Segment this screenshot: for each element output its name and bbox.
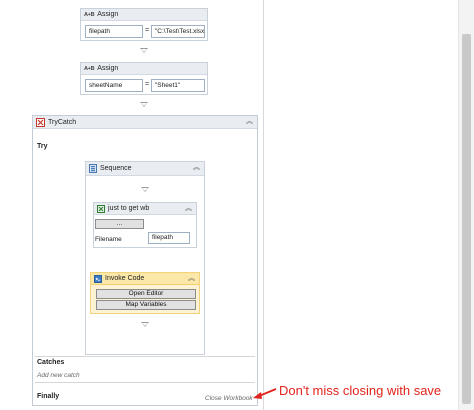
trycatch-icon xyxy=(36,117,45,127)
assign-activity-filepath[interactable]: A+B Assign filepath = "C:\Test\Test.xlsx… xyxy=(80,8,208,41)
assign-activity-sheetname[interactable]: A+B Assign sheetName = "Sheet1" xyxy=(80,62,208,95)
chevron-up-double-icon[interactable]: ︽ xyxy=(185,204,192,214)
excel-scope-title: just to get wb xyxy=(108,205,150,212)
finally-divider xyxy=(35,382,255,383)
finally-activity-placeholder[interactable]: Close Workbook xyxy=(205,395,253,402)
ab-assign-icon: A+B xyxy=(84,11,95,18)
annotation-text: Don't miss closing with save xyxy=(279,383,442,398)
assign-title: Assign xyxy=(97,11,119,18)
red-arrow-icon xyxy=(253,388,277,399)
flow-arrow-icon xyxy=(140,48,148,53)
filename-field[interactable]: filepath xyxy=(148,232,190,244)
excel-scope-header: just to get wb ︽ xyxy=(94,203,196,215)
flow-arrow-icon xyxy=(141,187,149,192)
sequence-title: Sequence xyxy=(100,165,132,172)
excel-workbook-icon xyxy=(97,204,105,213)
assign-title: Assign xyxy=(97,65,119,72)
open-editor-button[interactable]: Open Editor xyxy=(96,289,196,299)
browse-button[interactable]: ... xyxy=(95,219,144,229)
workflow-designer-canvas: A+B Assign filepath = "C:\Test\Test.xlsx… xyxy=(0,0,474,410)
assign-equals: = xyxy=(145,27,150,34)
sequence-header: Sequence ︽ xyxy=(86,162,204,176)
chevron-up-double-icon[interactable]: ︽ xyxy=(246,117,253,127)
chevron-up-double-icon[interactable]: ︽ xyxy=(188,274,195,284)
flow-arrow-icon xyxy=(141,322,149,327)
assign-to-field[interactable]: filepath xyxy=(85,25,143,38)
sequence-icon xyxy=(89,164,97,173)
chevron-up-double-icon[interactable]: ︽ xyxy=(193,163,200,173)
scrollbar-thumb[interactable] xyxy=(462,34,471,404)
flow-arrow-icon xyxy=(140,102,148,107)
assign-header: A+B Assign xyxy=(81,63,207,75)
sequence-activity[interactable]: Sequence ︽ just to get wb ︽ ... Filename… xyxy=(85,161,205,355)
assign-value-field[interactable]: "Sheet1" xyxy=(151,79,205,92)
trycatch-header: TryCatch ︽ xyxy=(33,116,257,129)
assign-value-field[interactable]: "C:\Test\Test.xlsx" xyxy=(151,25,205,38)
catches-divider xyxy=(35,356,255,357)
filename-label: Filename xyxy=(95,236,122,243)
invoke-code-header: Invoke Code ︽ xyxy=(91,273,199,285)
map-variables-button[interactable]: Map Variables xyxy=(96,300,196,310)
try-label: Try xyxy=(37,143,48,150)
invoke-code-activity[interactable]: Invoke Code ︽ Open Editor Map Variables xyxy=(90,272,200,314)
assign-to-field[interactable]: sheetName xyxy=(85,79,143,92)
panel-divider xyxy=(263,0,264,410)
ab-assign-icon: A+B xyxy=(84,65,95,72)
catches-label: Catches xyxy=(37,359,65,366)
invoke-code-icon xyxy=(94,274,102,283)
assign-header: A+B Assign xyxy=(81,9,207,21)
finally-label: Finally xyxy=(37,393,60,400)
trycatch-title: TryCatch xyxy=(48,118,77,126)
vertical-scrollbar[interactable] xyxy=(458,0,474,410)
trycatch-activity[interactable]: TryCatch ︽ Try Sequence ︽ just to get wb… xyxy=(32,115,258,406)
excel-application-scope[interactable]: just to get wb ︽ ... Filename filepath xyxy=(93,202,197,248)
invoke-code-title: Invoke Code xyxy=(105,275,145,282)
add-new-catch-link[interactable]: Add new catch xyxy=(37,372,80,379)
assign-equals: = xyxy=(145,81,150,88)
